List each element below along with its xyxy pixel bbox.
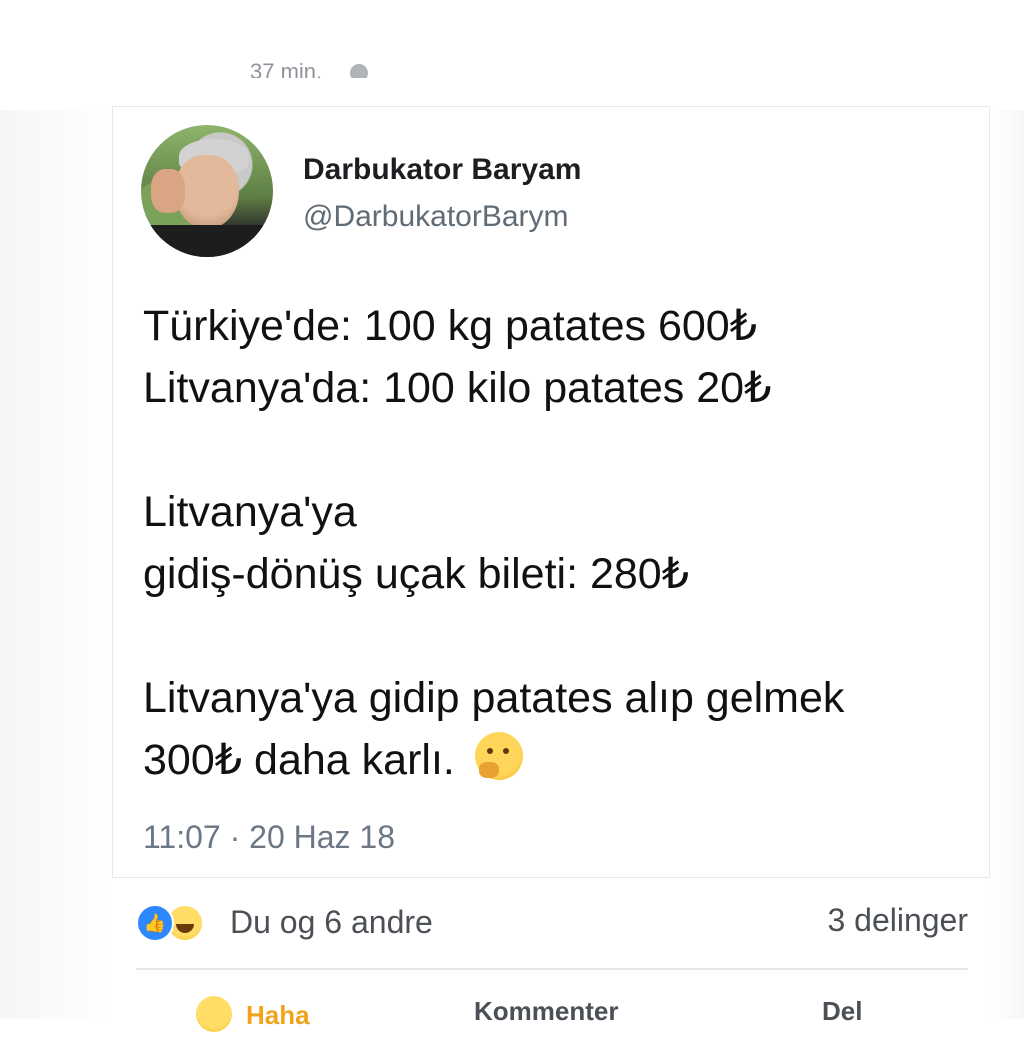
tweet-line: Türkiye'de: 100 kg patates 600₺ [143,302,758,350]
author-handle: @DarbukatorBarym [303,200,569,233]
globe-icon [350,64,369,78]
tweet-line: Litvanya'ya gidip patates alıp gelmek [143,674,845,722]
thinking-face-icon [474,732,523,780]
previous-post-time: 37 min. [250,59,323,78]
avatar-hand [151,169,185,213]
tweet-screenshot-card: Darbukator Baryam @DarbukatorBarym Türki… [112,106,990,878]
haha-icon [196,996,232,1032]
author-name: Darbukator Baryam [303,153,582,186]
comment-label: Kommenter [474,996,619,1026]
avatar-shirt [141,225,273,257]
post-actions-bar: Haha Kommenter Del [136,986,968,1046]
reactions-summary-row: 👍 Du og 6 andre 3 delinger [136,896,968,952]
tweet-line-text: 300₺ daha karlı. [143,736,455,784]
previous-post-timestamp: 37 min. [250,50,369,78]
share-button[interactable]: Del [822,996,862,1027]
tweet-line: gidiş-dönüş uçak bileti: 280₺ [143,550,690,598]
share-label: Del [822,996,863,1026]
tweet-line: Litvanya'da: 100 kilo patates 20₺ [143,364,772,412]
shares-count-link[interactable]: 3 delinger [827,902,968,939]
tweet-line-last: 300₺ daha karlı. [143,729,973,791]
haha-label: Haha [246,1000,310,1030]
reaction-icons[interactable]: 👍 [136,902,216,942]
tweet-body: Türkiye'de: 100 kg patates 600₺ Litvanya… [143,295,973,791]
comment-button[interactable]: Kommenter [474,996,618,1027]
tweet-line: Litvanya'ya [143,488,357,536]
reactions-count-link[interactable]: Du og 6 andre [230,904,433,941]
author-avatar [141,125,273,257]
haha-reaction-button[interactable]: Haha [196,996,310,1032]
actions-divider [136,968,968,970]
like-icon: 👍 [136,904,174,942]
tweet-timestamp: 11:07 · 20 Haz 18 [143,819,396,855]
